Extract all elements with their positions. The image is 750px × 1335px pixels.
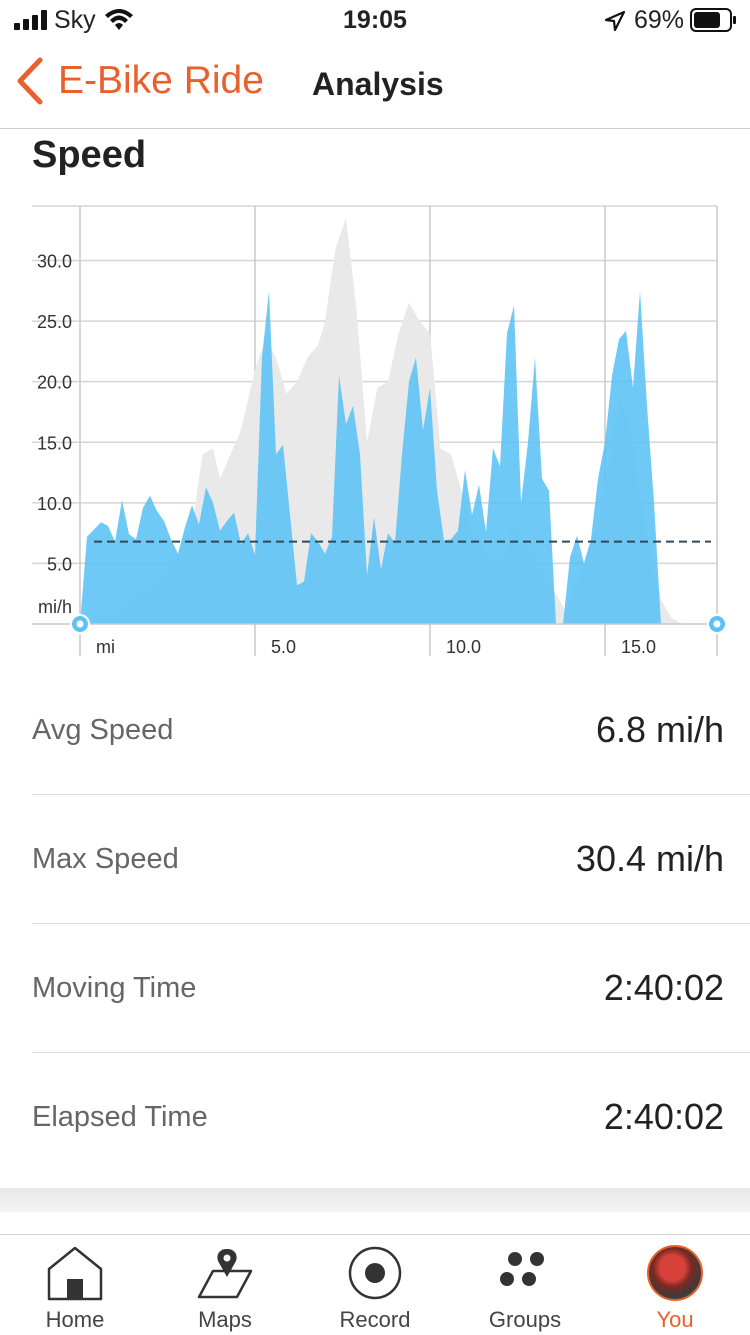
page-title: Analysis [312,66,444,102]
y-tick-label: 5.0 [47,554,72,574]
tab-label: Home [45,1307,105,1332]
back-button-label: E-Bike Ride [58,59,264,102]
groups-icon [500,1252,544,1286]
y-axis-unit-label: mi/h [38,597,72,617]
range-end-handle-dot [713,620,721,628]
map-icon [197,1249,253,1299]
x-tick-label: mi [96,637,115,657]
y-tick-label: 25.0 [37,312,72,332]
status-bar: Sky 19:05 69% [0,0,750,44]
y-tick-label: 15.0 [37,433,72,453]
y-tick-label: 30.0 [37,252,72,272]
stat-row-elapsed-time: Elapsed Time 2:40:02 [32,1053,750,1181]
stat-label: Elapsed Time [32,1101,208,1133]
tab-record[interactable]: Record [300,1235,450,1335]
tab-label: You [656,1307,694,1332]
speed-chart[interactable]: 5.0 10.0 15.0 20.0 25.0 30.0 mi/h mi 5.0 10.0 15.0 [0,196,750,666]
stat-row-moving-time: Moving Time 2:40:02 [32,924,750,1053]
stat-value: 30.4 mi/h [575,838,724,879]
stat-label: Max Speed [32,843,179,875]
tab-label: Groups [488,1307,562,1332]
x-tick-label: 5.0 [271,637,296,657]
section-title: Speed [32,134,147,176]
tab-you[interactable]: You [600,1235,750,1335]
battery-icon [690,8,736,32]
stat-row-max-speed: Max Speed 30.4 mi/h [32,795,750,924]
section-divider [0,1188,750,1212]
stat-value: 6.8 mi/h [595,709,724,750]
navigation-header: E-Bike Ride Analysis [0,44,750,129]
tab-maps[interactable]: Maps [150,1235,300,1335]
stat-value: 2:40:02 [603,967,724,1008]
location-arrow-icon [604,10,626,32]
tab-bar: Home Maps Record Groups You [0,1234,750,1335]
tab-label: Record [339,1307,411,1332]
y-tick-label: 10.0 [37,494,72,514]
record-icon [348,1246,402,1300]
tab-label: Maps [198,1307,252,1332]
tab-home[interactable]: Home [0,1235,150,1335]
stat-label: Avg Speed [32,714,174,746]
chevron-left-icon [17,57,43,105]
avatar [647,1245,703,1301]
tab-groups[interactable]: Groups [450,1235,600,1335]
x-tick-label: 15.0 [621,637,656,657]
stat-row-avg-speed: Avg Speed 6.8 mi/h [32,666,750,795]
stat-label: Moving Time [32,972,197,1004]
range-start-handle-dot [76,620,84,628]
back-button[interactable]: E-Bike Ride [14,56,264,106]
battery-percentage: 69% [634,6,685,34]
home-icon [47,1246,103,1301]
x-tick-label: 10.0 [446,637,481,657]
stat-value: 2:40:02 [603,1096,724,1137]
y-tick-label: 20.0 [37,373,72,393]
